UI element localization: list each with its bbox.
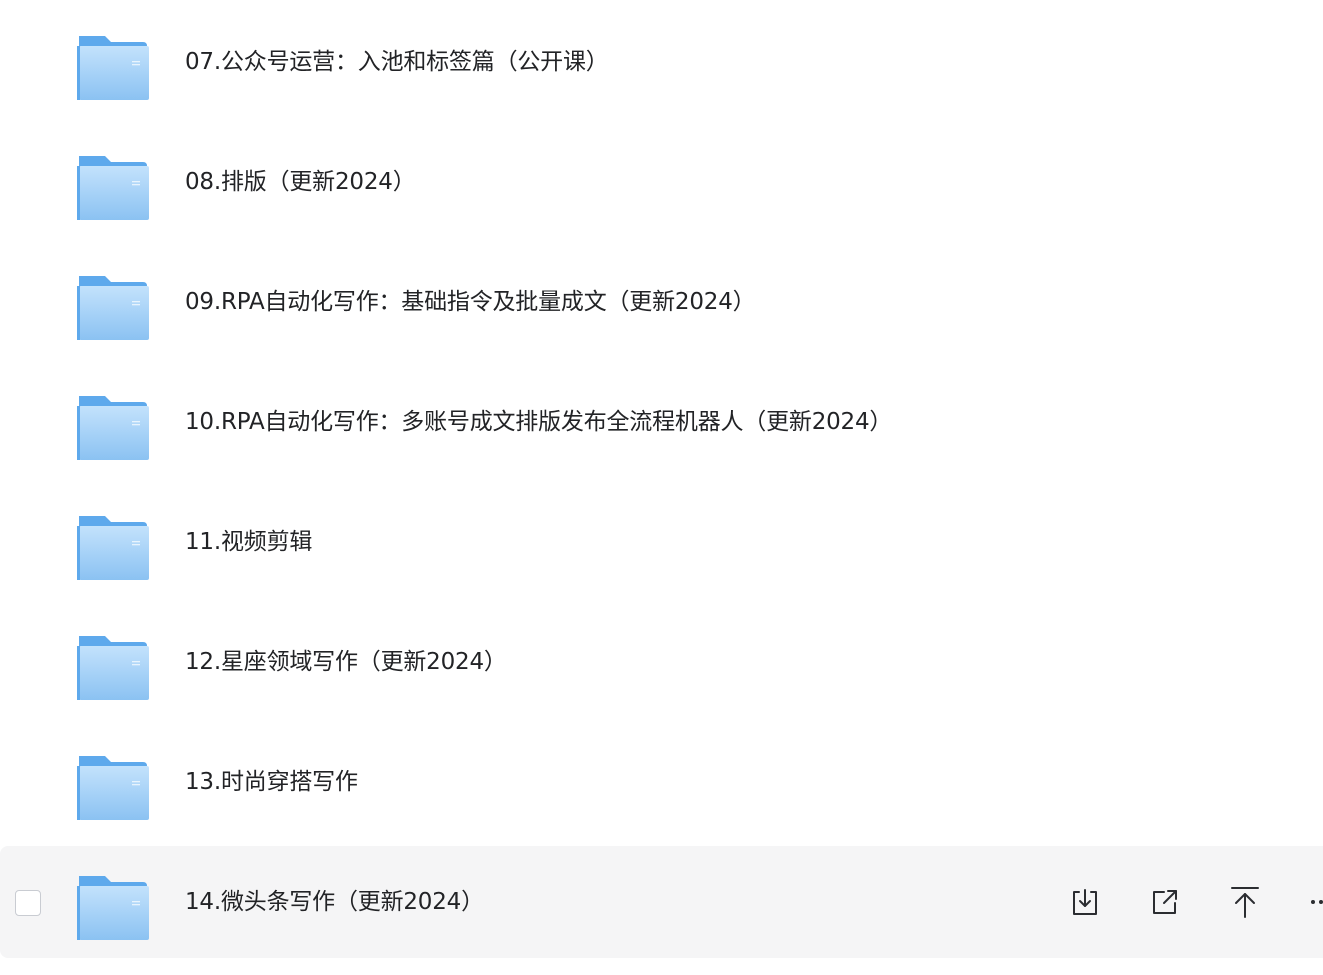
file-name[interactable]: 12.星座领域写作（更新2024）: [185, 606, 507, 718]
download-icon[interactable]: [1067, 884, 1103, 920]
folder-icon: [77, 34, 149, 100]
file-list: 07.公众号运营：入池和标签篇（公开课） 08.排版（更新2024） 09.RP…: [0, 0, 1323, 975]
file-row[interactable]: 10.RPA自动化写作：多账号成文排版发布全流程机器人（更新2024）: [0, 366, 1323, 478]
folder-icon: [77, 274, 149, 340]
select-checkbox[interactable]: [15, 890, 41, 916]
file-name[interactable]: 13.时尚穿搭写作: [185, 726, 358, 838]
file-row[interactable]: 12.星座领域写作（更新2024）: [0, 606, 1323, 718]
folder-icon: [77, 754, 149, 820]
file-name[interactable]: 07.公众号运营：入池和标签篇（公开课）: [185, 6, 609, 118]
folder-icon: [77, 514, 149, 580]
file-row[interactable]: 09.RPA自动化写作：基础指令及批量成文（更新2024）: [0, 246, 1323, 358]
file-row[interactable]: 13.时尚穿搭写作: [0, 726, 1323, 838]
move-to-top-icon[interactable]: [1227, 884, 1263, 920]
file-name[interactable]: 11.视频剪辑: [185, 486, 312, 598]
file-name[interactable]: 14.微头条写作（更新2024）: [185, 846, 484, 958]
file-row[interactable]: 07.公众号运营：入池和标签篇（公开课）: [0, 6, 1323, 118]
file-name[interactable]: 08.排版（更新2024）: [185, 126, 416, 238]
share-icon[interactable]: [1147, 884, 1183, 920]
file-name[interactable]: 10.RPA自动化写作：多账号成文排版发布全流程机器人（更新2024）: [185, 366, 892, 478]
folder-icon: [77, 634, 149, 700]
folder-icon: [77, 394, 149, 460]
more-icon[interactable]: [1299, 884, 1323, 920]
file-name[interactable]: 09.RPA自动化写作：基础指令及批量成文（更新2024）: [185, 246, 756, 358]
file-row[interactable]: 08.排版（更新2024）: [0, 126, 1323, 238]
folder-icon: [77, 154, 149, 220]
file-row[interactable]: 11.视频剪辑: [0, 486, 1323, 598]
file-row-hovered[interactable]: 14.微头条写作（更新2024）: [0, 846, 1323, 958]
folder-icon: [77, 874, 149, 940]
